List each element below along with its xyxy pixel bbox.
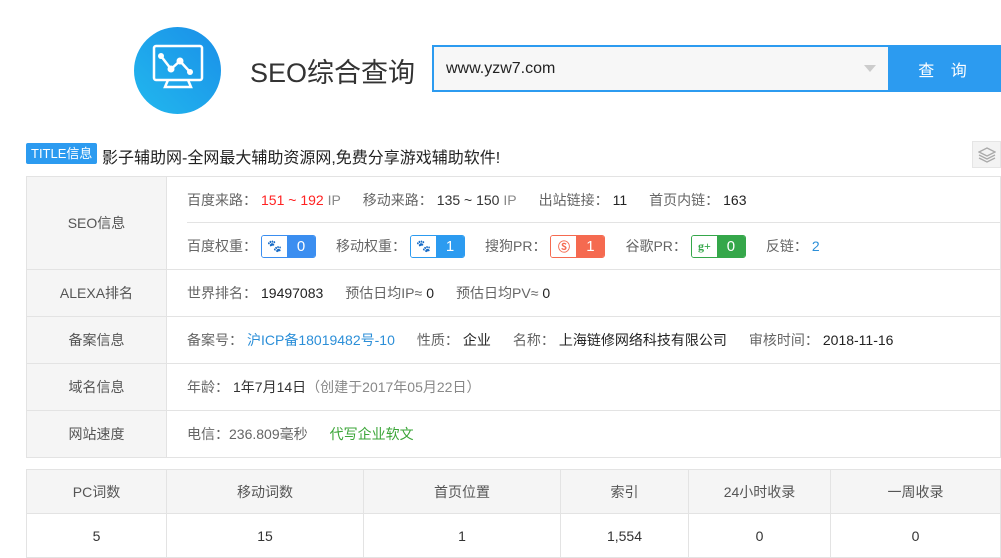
- label: 预估日均PV≈: [456, 285, 539, 301]
- search-button[interactable]: 查 询: [890, 45, 1001, 92]
- row-label: SEO信息: [26, 176, 167, 270]
- icp-type: 企业: [462, 332, 491, 348]
- mobile-traffic: 135 ~ 150: [436, 191, 500, 208]
- ad-link[interactable]: 代写企业软文: [330, 426, 414, 442]
- label: 备案号：: [187, 332, 243, 348]
- page-title: SEO综合查询: [250, 58, 416, 88]
- index-count: 1,554: [560, 513, 689, 558]
- label: 百度权重：: [187, 238, 257, 254]
- baidu-paw-icon: 🐾: [262, 235, 287, 257]
- site-title: 影子辅助网-全网最大辅助资源网,免费分享游戏辅助软件!: [102, 150, 501, 167]
- stats-values: 5 15 1 1,554 0 0: [26, 513, 1001, 558]
- sogou-pr-badge[interactable]: Ⓢ 1: [550, 234, 606, 258]
- domain-row: 域名信息 年龄： 1年7月14日（创建于2017年05月22日）: [26, 363, 1001, 411]
- label: 移动权重：: [336, 238, 406, 254]
- chevron-down-icon[interactable]: [864, 65, 876, 72]
- icp-date: 2018-11-16: [822, 332, 894, 348]
- domain-created: （创建于2017年05月22日）: [306, 379, 481, 395]
- header-week: 一周收录: [830, 469, 1001, 514]
- icp-number-link[interactable]: 沪ICP备18019482号-10: [247, 332, 395, 348]
- search-input[interactable]: [434, 47, 888, 90]
- domain-age: 1年7月14日: [233, 379, 307, 395]
- daily-ip: 0: [426, 285, 435, 301]
- alexa-row: ALEXA排名 世界排名： 19497083 预估日均IP≈ 0 预估日均PV≈ 0: [26, 269, 1001, 317]
- logo: [134, 27, 221, 114]
- label: 审核时间：: [748, 332, 819, 348]
- row-label: 备案信息: [26, 316, 167, 364]
- label: 性质：: [416, 332, 459, 348]
- header-24h: 24小时收录: [688, 469, 831, 514]
- value: 1: [436, 235, 464, 257]
- ip-unit: IP: [327, 191, 341, 208]
- indexed-week: 0: [830, 513, 1001, 558]
- title-badge: TITLE信息: [26, 143, 98, 164]
- value: 0: [287, 235, 315, 257]
- home-inlinks: 163: [723, 191, 747, 208]
- home-position: 1: [363, 513, 561, 558]
- info-table: SEO信息 百度来路： 151 ~ 192 IP 移动来路： 135 ~ 150 I…: [26, 176, 1001, 458]
- row-label: ALEXA排名: [26, 269, 167, 317]
- telecom-speed: 电信：236.809毫秒: [187, 426, 308, 442]
- label: 预估日均IP≈: [345, 285, 423, 301]
- label: 谷歌PR：: [625, 238, 687, 254]
- icp-row: 备案信息 备案号： 沪ICP备18019482号-10 性质： 企业 名称： 上海链修网络…: [26, 316, 1001, 364]
- world-rank: 19497083: [261, 285, 324, 301]
- row-label: 网站速度: [26, 410, 167, 458]
- value: 1: [576, 235, 605, 257]
- label: 名称：: [512, 332, 555, 348]
- header-index: 索引: [560, 469, 689, 514]
- google-plus-icon: g+: [691, 235, 717, 257]
- header-mobile-words: 移动词数: [166, 469, 364, 514]
- mobile-weight-badge[interactable]: 🐾 1: [410, 234, 465, 258]
- speed-row: 网站速度 电信：236.809毫秒 代写企业软文: [26, 410, 1001, 458]
- icp-name: 上海链修网络科技有限公司: [558, 332, 727, 348]
- mobile-words: 15: [166, 513, 364, 558]
- baidu-traffic: 151 ~ 192: [261, 191, 324, 208]
- value: 0: [716, 235, 745, 257]
- row-label: 域名信息: [26, 363, 167, 411]
- outbound-links: 11: [612, 191, 628, 208]
- stats-header: PC词数 移动词数 首页位置 索引 24小时收录 一周收录: [26, 469, 1001, 514]
- daily-pv: 0: [542, 285, 551, 301]
- baidu-weight-badge[interactable]: 🐾 0: [261, 234, 316, 258]
- header-home-position: 首页位置: [363, 469, 561, 514]
- pc-words: 5: [26, 513, 167, 558]
- label: 百度来路：: [187, 191, 257, 208]
- stats-table: PC词数 移动词数 首页位置 索引 24小时收录 一周收录 5 15 1 1,5…: [26, 469, 1001, 558]
- label: 反链：: [765, 238, 808, 254]
- ip-unit: IP: [503, 191, 517, 208]
- label: 世界排名：: [187, 285, 257, 301]
- layers-icon[interactable]: [972, 141, 1001, 168]
- seo-row: SEO信息 百度来路： 151 ~ 192 IP 移动来路： 135 ~ 150 I…: [26, 176, 1001, 270]
- indexed-24h: 0: [688, 513, 831, 558]
- search-box[interactable]: [432, 45, 890, 92]
- label: 年龄：: [187, 379, 229, 395]
- monitor-chart-icon: [152, 44, 204, 89]
- label: 搜狗PR：: [485, 238, 547, 254]
- baidu-mobile-paw-icon: 🐾: [411, 235, 436, 257]
- sogou-icon: Ⓢ: [551, 235, 577, 257]
- label: 出站链接：: [538, 191, 609, 208]
- label: 移动来路：: [362, 191, 433, 208]
- header-pc-words: PC词数: [26, 469, 167, 514]
- backlinks-link[interactable]: 2: [812, 238, 820, 254]
- label: 首页内链：: [649, 191, 720, 208]
- google-pr-badge[interactable]: g+ 0: [690, 234, 746, 258]
